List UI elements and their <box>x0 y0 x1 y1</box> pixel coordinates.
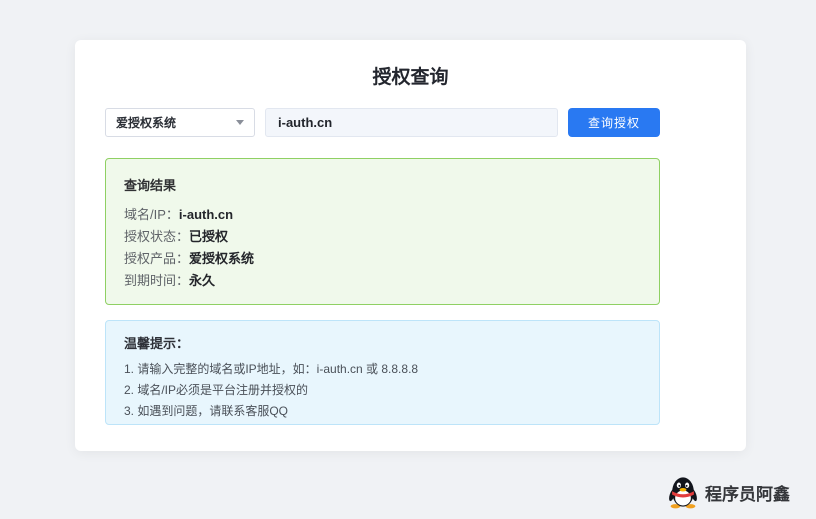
result-value: i-auth.cn <box>179 207 233 222</box>
auth-query-card: 授权查询 爱授权系统 查询授权 查询结果 域名/IP：i-auth.cn 授权状… <box>75 40 746 451</box>
result-value: 永久 <box>189 273 215 288</box>
product-select-value: 爱授权系统 <box>116 114 176 131</box>
tip-item: 1. 请输入完整的域名或IP地址，如：i-auth.cn 或 8.8.8.8 <box>124 359 641 380</box>
tip-item: 3. 如遇到问题，请联系客服QQ <box>124 401 641 422</box>
tip-item: 2. 域名/IP必须是平台注册并授权的 <box>124 380 641 401</box>
result-panel-title: 查询结果 <box>124 175 641 194</box>
result-label: 到期时间： <box>124 273 189 288</box>
result-value: 爱授权系统 <box>189 251 254 266</box>
chevron-down-icon <box>236 120 244 125</box>
result-row-expiry: 到期时间：永久 <box>124 274 641 288</box>
product-select[interactable]: 爱授权系统 <box>105 108 255 137</box>
result-row-product: 授权产品：爱授权系统 <box>124 252 641 266</box>
tips-panel: 温馨提示： 1. 请输入完整的域名或IP地址，如：i-auth.cn 或 8.8… <box>105 320 660 425</box>
result-row-status: 授权状态：已授权 <box>124 230 641 244</box>
tips-title: 温馨提示： <box>124 333 641 352</box>
domain-input[interactable] <box>265 108 558 137</box>
result-label: 授权产品： <box>124 251 189 266</box>
brand-name: 程序员阿鑫 <box>705 480 790 505</box>
qq-penguin-icon <box>668 475 698 509</box>
result-label: 域名/IP： <box>124 207 179 222</box>
query-form: 爱授权系统 查询授权 <box>105 108 660 137</box>
result-row-domain: 域名/IP：i-auth.cn <box>124 208 641 222</box>
result-value: 已授权 <box>189 229 228 244</box>
footer-brand: 程序员阿鑫 <box>668 475 790 509</box>
result-label: 授权状态： <box>124 229 189 244</box>
result-panel: 查询结果 域名/IP：i-auth.cn 授权状态：已授权 授权产品：爱授权系统… <box>105 158 660 305</box>
query-button[interactable]: 查询授权 <box>568 108 660 137</box>
page-title: 授权查询 <box>75 62 746 89</box>
